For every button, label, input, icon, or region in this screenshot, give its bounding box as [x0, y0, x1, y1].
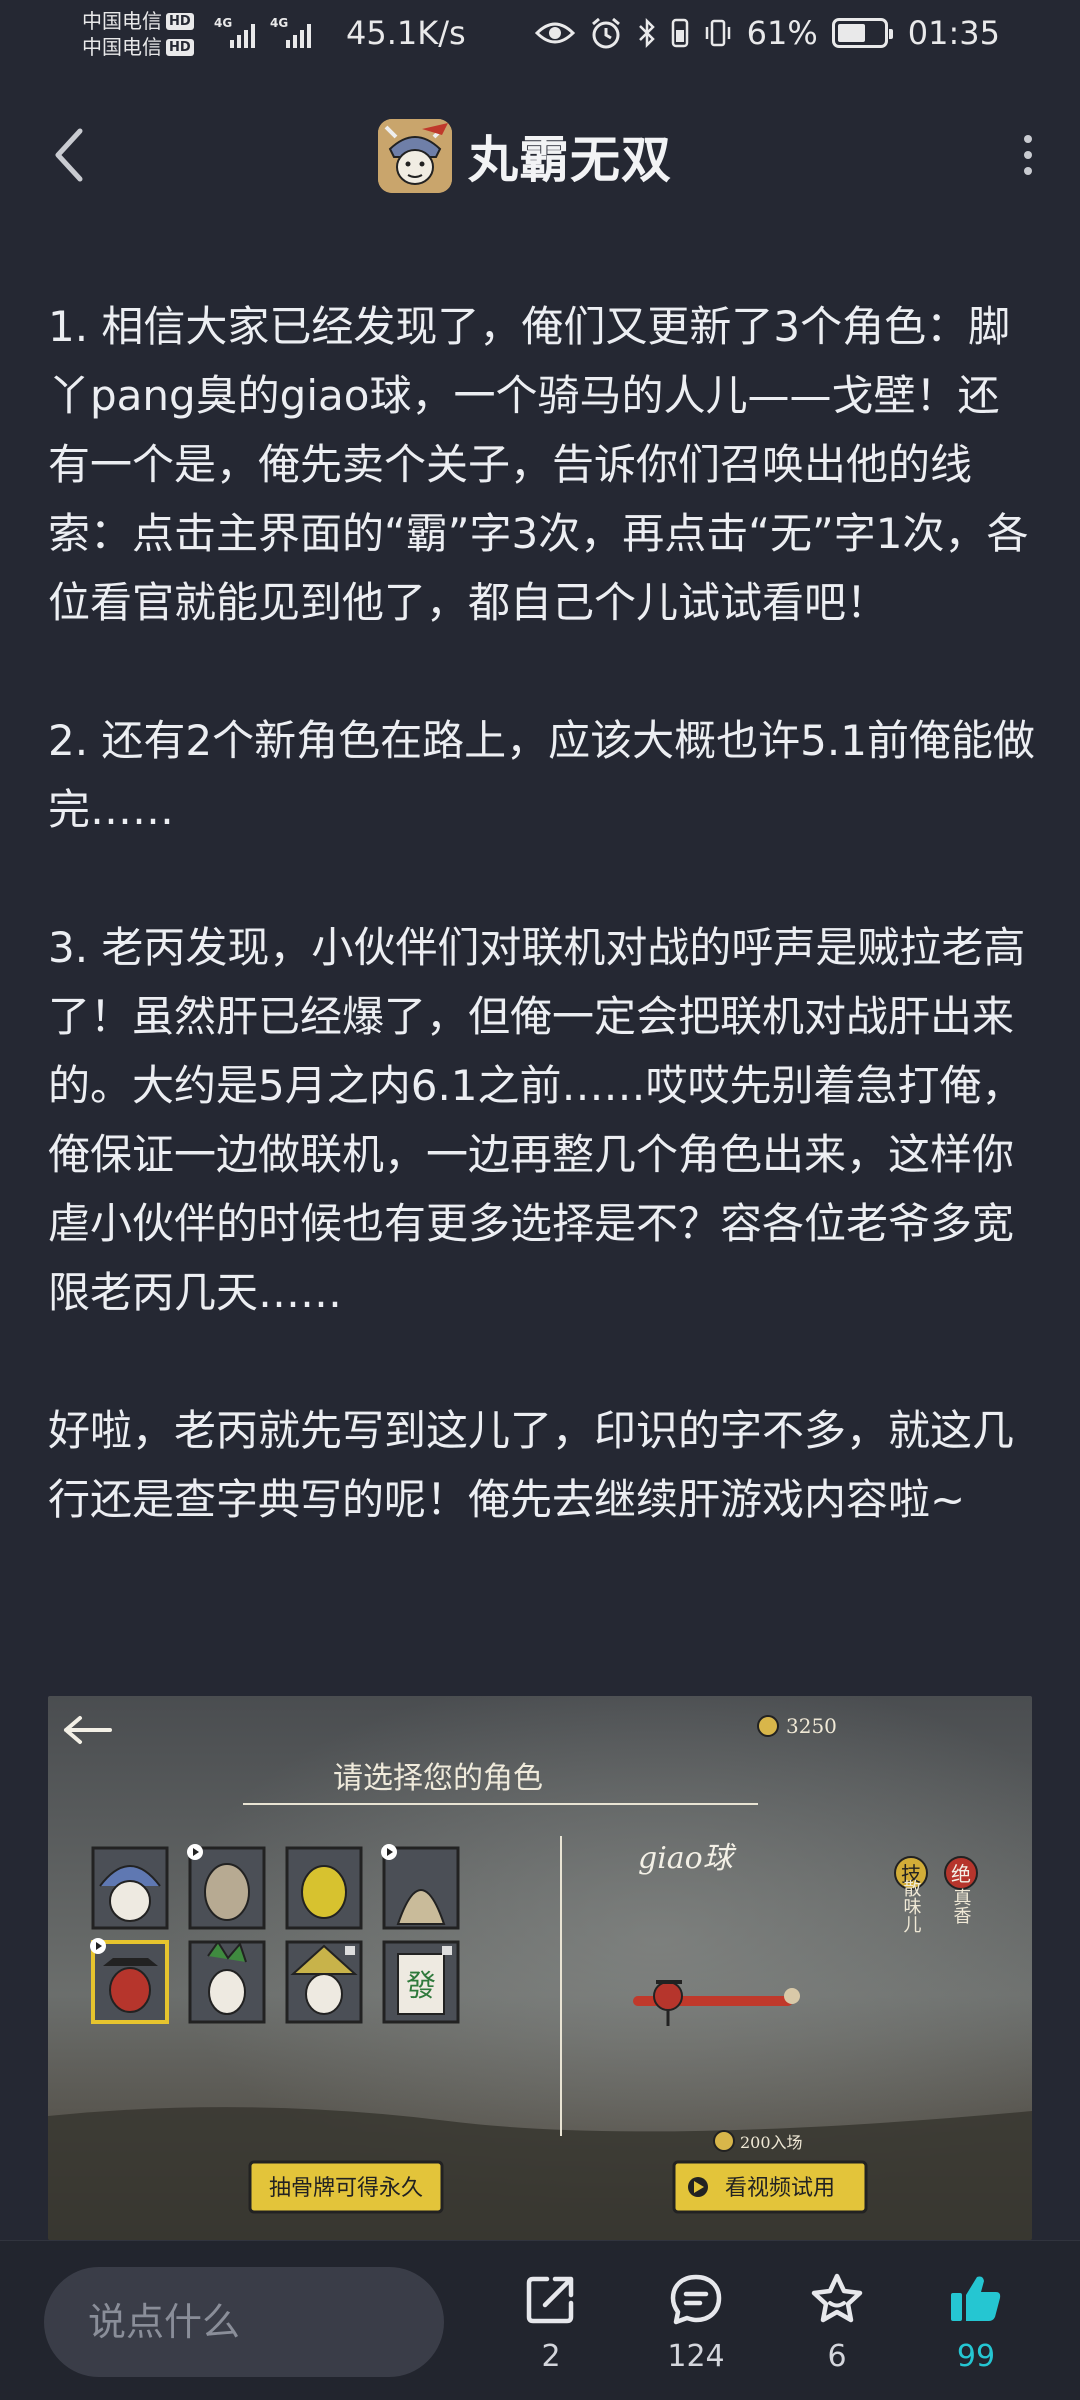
title-group[interactable]: 丸霸无双 — [378, 118, 672, 194]
comment-icon — [670, 2274, 722, 2325]
carrier-1: 中国电信 — [82, 9, 162, 33]
signal-indicators: 4G 4G — [214, 16, 316, 48]
like-count: 99 — [956, 2339, 996, 2374]
chevron-left-icon — [55, 128, 83, 182]
battery-percent: 61% — [746, 14, 818, 52]
character-slot[interactable] — [188, 1940, 266, 2024]
coin-count: 3250 — [786, 1714, 837, 1738]
hd-badge: HD — [166, 38, 194, 56]
signal-icon: 4G — [270, 16, 316, 48]
hd-badge: HD — [166, 12, 194, 30]
skill-1-desc: 散味儿 — [901, 1879, 922, 1933]
draw-tile-label: 抽骨牌可得永久 — [269, 2176, 423, 2201]
favorite-count: 6 — [827, 2339, 847, 2374]
share-count: 2 — [541, 2339, 561, 2374]
comment-button[interactable]: 124 — [641, 2263, 751, 2393]
app-avatar[interactable] — [378, 119, 452, 193]
select-prompt: 请选择您的角色 — [333, 1761, 543, 1796]
watch-video-button[interactable]: 看视频试用 — [672, 2160, 868, 2214]
share-icon — [526, 2276, 574, 2324]
bluetooth-icon — [638, 17, 655, 49]
post-content: 1. 相信大家已经发现了，俺们又更新了3个角色：脚丫pang臭的giao球，一个… — [48, 292, 1038, 1534]
paragraph: 2. 还有2个新角色在路上，应该大概也许5.1前俺能做完…… — [48, 716, 1035, 834]
carrier-2: 中国电信 — [82, 35, 162, 59]
character-slot[interactable] — [381, 1844, 460, 1930]
more-options-button[interactable] — [998, 122, 1058, 188]
carrier-info: 中国电信 HD 中国电信 HD — [82, 8, 194, 60]
paragraph: 3. 老丙发现，小伙伴们对联机对战的呼声是贼拉老高了！虽然肝已经爆了，但俺一定会… — [48, 923, 1026, 1317]
favorite-button[interactable]: 6 — [782, 2263, 892, 2393]
more-vertical-icon — [1024, 135, 1032, 143]
skill-2-desc: 真香 — [951, 1888, 972, 1924]
selected-character-name: giao球 — [638, 1841, 737, 1876]
watch-video-label: 看视频试用 — [725, 2176, 835, 2201]
character-slot[interactable] — [187, 1844, 266, 1930]
signal-icon: 4G — [214, 16, 260, 48]
net-speed: 45.1K/s — [346, 14, 466, 52]
clock: 01:35 — [907, 14, 1000, 52]
status-bar: 中国电信 HD 中国电信 HD 4G 4G 45.1K/s 61% 01:35 — [0, 0, 1080, 72]
star-icon — [811, 2273, 863, 2323]
eye-icon — [534, 22, 575, 44]
paragraph: 好啦，老丙就先写到这儿了，印识的字不多，就这几行还是查字典写的呢！俺先去继续肝游… — [48, 1406, 1015, 1524]
draw-tile-button[interactable]: 抽骨牌可得永久 — [248, 2160, 444, 2214]
unlock-price: 200入场 — [740, 2133, 803, 2152]
status-right: 61% 01:35 — [534, 14, 1000, 52]
phone-battery-icon — [671, 18, 688, 48]
tile-char: 發 — [406, 1969, 436, 2004]
like-button[interactable]: 99 — [921, 2263, 1031, 2393]
paragraph: 1. 相信大家已经发现了，俺们又更新了3个角色：脚丫pang臭的giao球，一个… — [48, 302, 1029, 627]
character-slot-selected[interactable] — [90, 1938, 169, 2024]
skill-badge-2: 绝 — [951, 1862, 971, 1886]
thumbs-up-icon — [951, 2276, 1001, 2321]
alarm-icon — [591, 17, 620, 49]
battery-icon — [831, 18, 893, 48]
character-slot[interactable] — [91, 1846, 169, 1930]
character-slot-locked[interactable]: 發 — [382, 1940, 460, 2024]
vibrate-icon — [705, 19, 730, 47]
game-screenshot-image[interactable]: 3250 请选择您的角色 發 giao球 技 绝 散味儿 真香 200入场 抽骨… — [48, 1696, 1032, 2240]
character-slot[interactable] — [285, 1846, 363, 1930]
comment-count: 124 — [667, 2339, 725, 2374]
bottom-action-bar: 2 124 6 99 — [0, 2240, 1080, 2400]
share-button[interactable]: 2 — [496, 2263, 606, 2393]
header: 丸霸无双 — [0, 100, 1080, 210]
page-title: 丸霸无双 — [468, 131, 672, 189]
back-button[interactable] — [38, 122, 98, 188]
comment-input[interactable] — [44, 2267, 444, 2377]
character-slot-locked[interactable] — [285, 1940, 363, 2024]
